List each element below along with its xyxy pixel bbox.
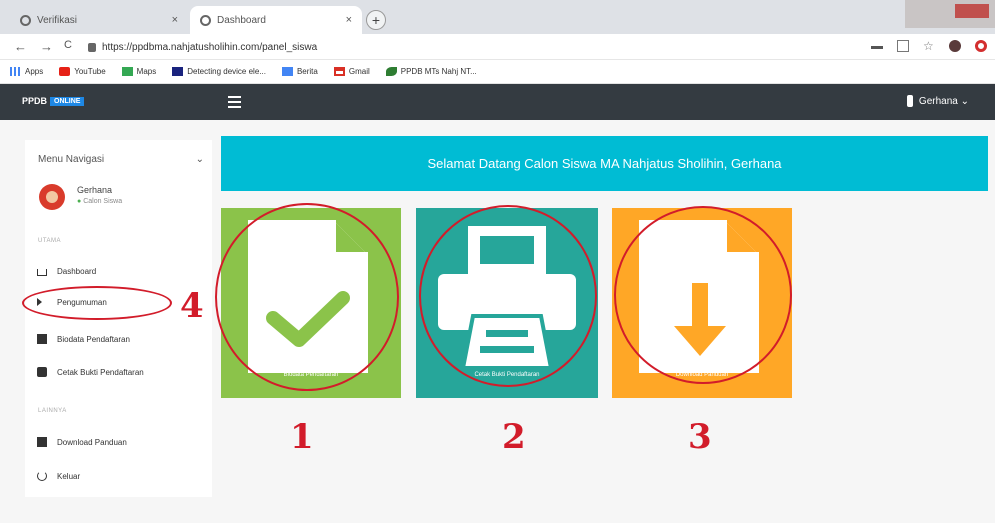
brand-logo[interactable]: PPDB ONLINE [22,96,85,106]
annotation-circle-4 [22,286,172,320]
close-icon[interactable]: × [346,14,352,26]
user-status: ● Calon Siswa [77,198,123,205]
sidebar-header[interactable]: Menu Navigasi ⌄ [38,154,204,165]
bookmark-berita[interactable]: Berita [281,67,318,76]
sidebar-item-biodata[interactable]: Biodata Pendaftaran [37,330,203,348]
annotation-number-4: 4 [180,286,204,326]
chevron-down-icon: ⌄ [195,154,204,165]
bookmark-youtube[interactable]: YouTube [59,67,106,76]
annotation-circle-1 [215,203,399,391]
forward-button[interactable]: → [40,39,53,54]
welcome-banner: Selamat Datang Calon Siswa MA Nahjatus S… [221,136,988,191]
browser-tab-verifikasi[interactable]: Verifikasi × [10,6,188,34]
annotation-circle-3 [614,206,792,384]
section-label-other: LAINNYA [38,408,67,414]
gmail-icon [333,67,345,76]
close-icon[interactable]: × [172,14,178,26]
user-name: Gerhana [77,185,113,195]
news-icon [281,67,293,76]
leaf-icon [385,67,397,76]
star-icon[interactable]: ☆ [923,40,935,52]
youtube-icon [59,67,71,76]
translate-icon[interactable] [897,40,909,52]
bookmark-gmail[interactable]: Gmail [333,67,370,76]
window-controls [905,0,995,28]
browser-tab-dashboard[interactable]: Dashboard × [190,6,362,34]
extension-icon[interactable] [949,40,961,52]
sidebar-item-download[interactable]: Download Panduan [37,433,203,451]
page-icon [172,67,184,76]
section-label-main: UTAMA [38,238,62,244]
bookmark-detecting[interactable]: Detecting device ele... [172,67,266,76]
bookmark-apps[interactable]: Apps [10,67,43,76]
content-area: Menu Navigasi ⌄ Gerhana ● Calon Siswa UT… [0,120,995,523]
address-bar[interactable]: https://ppdbma.nahjatusholihin.com/panel… [88,38,868,56]
app-header: PPDB ONLINE Gerhana ⌄ [0,84,995,120]
print-icon [37,367,47,377]
maps-icon [121,67,133,76]
key-icon[interactable] [871,43,883,49]
bookmark-ppdb[interactable]: PPDB MTs Nahj NT... [385,67,477,76]
hamburger-menu-icon[interactable] [228,96,241,108]
document-icon [37,334,47,344]
tab-label: Verifikasi [37,14,78,26]
avatar [39,184,65,210]
tab-label: Dashboard [217,14,266,26]
annotation-circle-2 [419,205,597,387]
bookmarks-bar: Apps YouTube Maps Detecting device ele..… [0,60,995,84]
toolbar-icons: ☆ [871,40,987,52]
browser-toolbar: ← → C https://ppdbma.nahjatusholihin.com… [0,34,995,60]
url-text: https://ppdbma.nahjatusholihin.com/panel… [102,41,318,53]
opera-icon[interactable] [975,40,987,52]
globe-icon [20,14,31,26]
annotation-number-3: 3 [688,417,712,457]
sidebar-item-cetak[interactable]: Cetak Bukti Pendaftaran [37,363,203,381]
close-window-button[interactable] [955,4,989,18]
globe-icon [200,14,211,26]
power-icon [37,471,47,481]
apps-grid-icon [10,67,21,76]
new-tab-button[interactable]: + [366,10,386,30]
lock-icon [88,42,96,52]
reload-button[interactable]: C [64,39,72,51]
annotation-number-2: 2 [502,417,526,457]
document-icon [37,437,47,447]
browser-tab-bar: Verifikasi × Dashboard × + [0,0,995,34]
sidebar-item-keluar[interactable]: Keluar [37,467,203,485]
bookmark-maps[interactable]: Maps [121,67,156,76]
user-icon [906,95,913,107]
user-menu[interactable]: Gerhana ⌄ [906,95,969,107]
back-button[interactable]: ← [14,39,27,54]
annotation-number-1: 1 [290,417,314,457]
home-icon [37,269,47,276]
sidebar-item-dashboard[interactable]: Dashboard [37,262,203,280]
